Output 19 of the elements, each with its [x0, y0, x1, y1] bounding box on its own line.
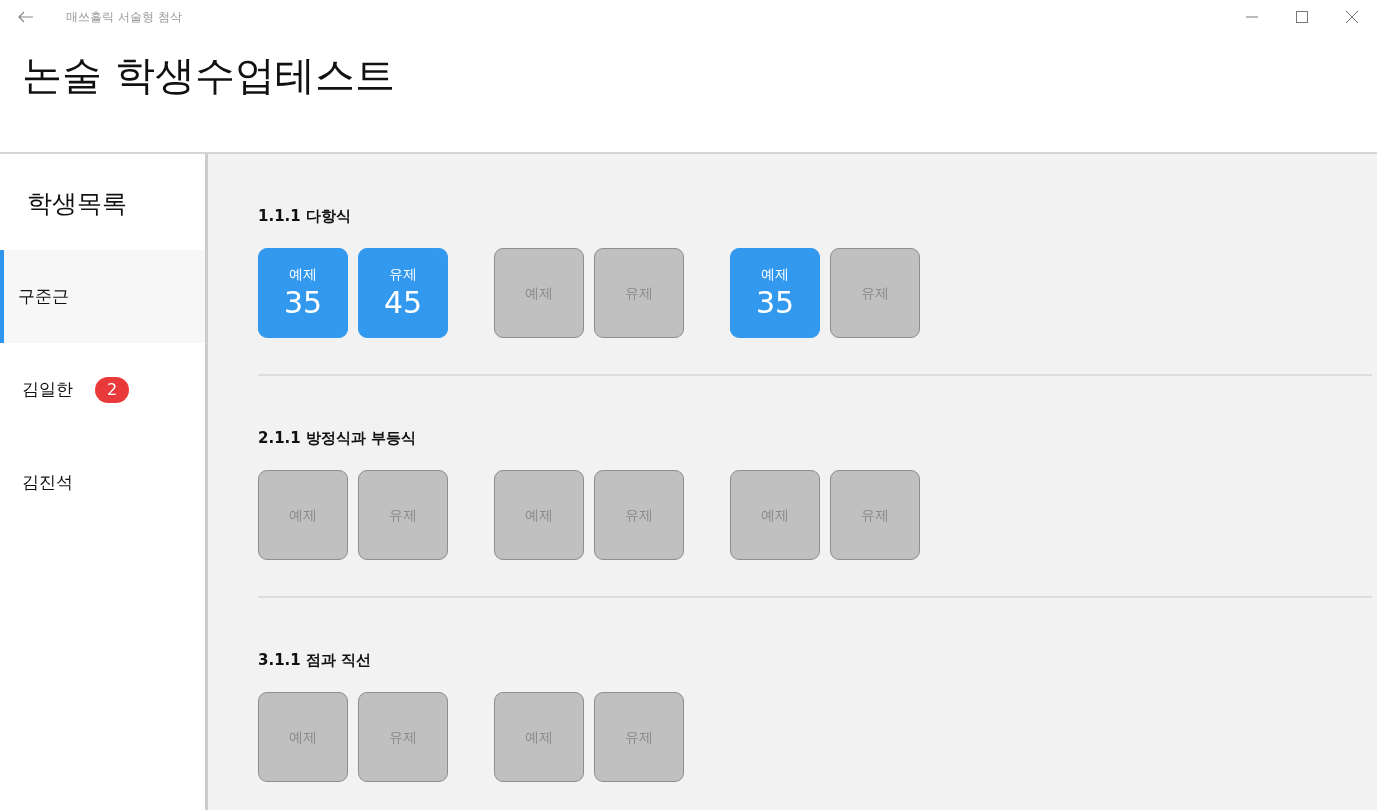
scored-exercise-tile[interactable]: 예제 35 — [730, 248, 820, 338]
student-name: 구준근 — [18, 285, 69, 308]
maximize-icon — [1296, 11, 1308, 23]
back-arrow-icon — [18, 11, 34, 23]
section-title: 3.1.1 점과 직선 — [258, 650, 373, 670]
student-name: 김진석 — [22, 471, 73, 494]
student-list-heading: 학생목록 — [26, 188, 128, 220]
student-item[interactable]: 구준근 — [0, 250, 205, 343]
minimize-icon — [1246, 16, 1258, 18]
close-icon — [1346, 11, 1358, 23]
section-title: 1.1.1 다항식 — [258, 206, 352, 226]
section-title: 2.1.1 방정식과 부등식 — [258, 428, 418, 448]
window-title: 매쓰홀릭 서술형 첨삭 — [66, 8, 183, 26]
scored-exercise-tile[interactable]: 예제 35 — [258, 248, 348, 338]
student-item[interactable]: 김진석 — [0, 436, 205, 529]
student-name: 김일한 — [22, 378, 73, 401]
scored-exercise-tile[interactable]: 유제 45 — [358, 248, 448, 338]
notification-badge: 2 — [95, 376, 129, 403]
student-item[interactable]: 김일한 2 — [0, 343, 205, 436]
